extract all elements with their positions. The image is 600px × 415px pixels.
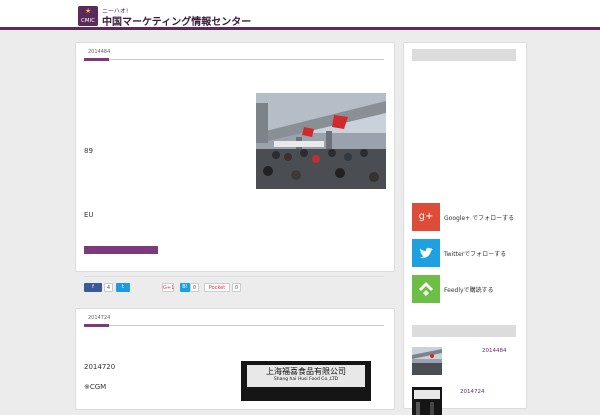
pocket-label: Pocket	[208, 285, 226, 291]
sidebar-heading	[412, 49, 516, 61]
follow-label: Feedlyで購読する	[444, 287, 494, 294]
divider	[84, 59, 384, 60]
google-plus-follow[interactable]: g+ Google+ でフォローする	[412, 203, 522, 231]
logo-text: CMIC	[80, 18, 96, 24]
feedly-icon	[412, 275, 440, 303]
twitter-bird-icon	[412, 239, 440, 267]
divider	[84, 276, 384, 277]
date-accent	[84, 324, 109, 327]
sidebar-heading	[412, 325, 516, 337]
pocket-button[interactable]: Pocket	[204, 283, 230, 292]
post-date: 2014724	[88, 315, 111, 321]
facebook-count: 4	[104, 283, 113, 292]
post-date: 2014484	[88, 49, 111, 55]
hatena-bookmark-button[interactable]: B!	[180, 283, 190, 292]
follow-label: Google+ でフォローする	[444, 215, 515, 222]
site-header: ★ CMIC ニーハオ! 中国マーケティング情報センター	[0, 0, 600, 30]
hatena-count: 0	[190, 283, 199, 292]
follow-label: Twitterでフォローする	[444, 251, 507, 258]
read-more-button[interactable]	[84, 246, 158, 254]
recent-post-date[interactable]: 2014484	[482, 348, 507, 354]
post-text: 89	[84, 147, 93, 155]
pocket-count: 0	[232, 283, 241, 292]
recent-post-thumb[interactable]	[412, 387, 442, 415]
star-icon: ★	[85, 7, 92, 15]
post-image[interactable]	[256, 93, 386, 189]
post-text: ※CGM	[84, 383, 107, 391]
sidebar: g+ Google+ でフォローする Twitterでフォローする Feedly…	[403, 42, 527, 415]
facebook-share-button[interactable]: f	[84, 283, 102, 292]
post-text: 2014720	[84, 363, 116, 371]
sign-text: 上海福喜食品有限公司	[266, 367, 346, 376]
site-title[interactable]: 中国マーケティング情報センター	[102, 13, 251, 28]
recent-post-thumb[interactable]	[412, 347, 442, 375]
twitter-follow[interactable]: Twitterでフォローする	[412, 239, 522, 267]
sign-subtext: Shang hai Husi Food Co.,LTD	[273, 377, 339, 382]
feedly-follow[interactable]: Feedlyで購読する	[412, 275, 522, 303]
site-logo[interactable]: ★ CMIC	[78, 6, 98, 26]
post-image[interactable]: 上海福喜食品有限公司 Shang hai Husi Food Co.,LTD	[241, 361, 371, 401]
post-text: EU	[84, 211, 94, 219]
date-accent	[84, 58, 109, 61]
twitter-share-button[interactable]: t	[116, 283, 130, 292]
divider	[84, 325, 384, 326]
google-plus-share-button[interactable]: G+1	[162, 283, 174, 292]
recent-post-date[interactable]: 2014724	[460, 389, 485, 395]
google-plus-icon: g+	[412, 203, 440, 231]
post-card: 2014724 2014720 ※CGM 上海福喜食品有限公司 Shang ha…	[75, 308, 395, 410]
post-card: 2014484 89 EU f 4 t G+1 B! 0 Pocket 0	[75, 42, 395, 292]
